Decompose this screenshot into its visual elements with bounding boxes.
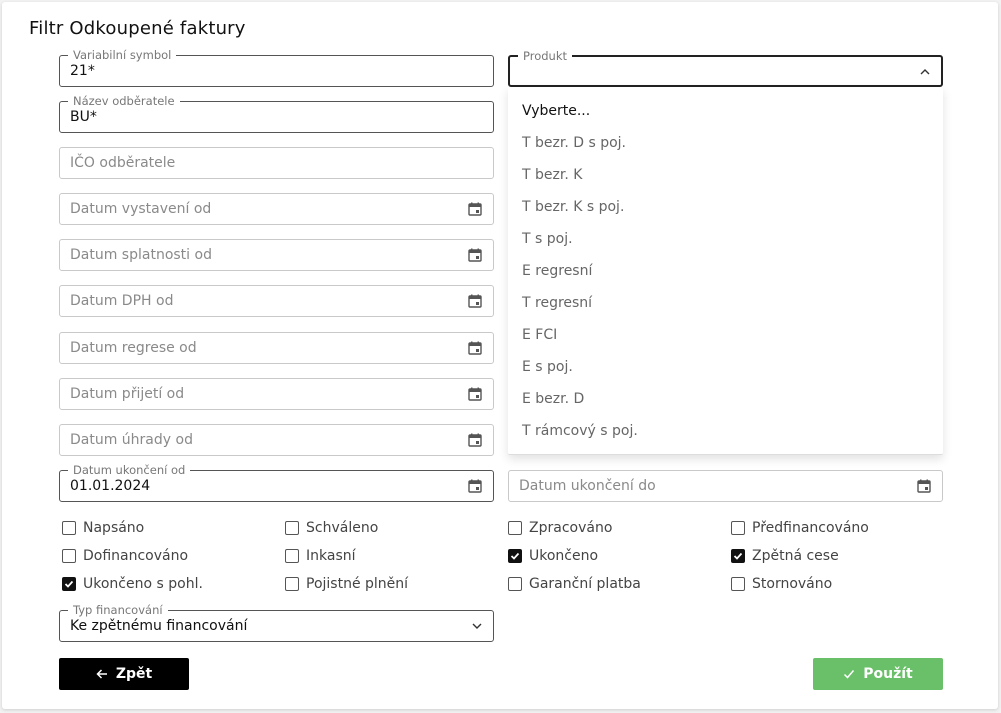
variabilni-symbol-field[interactable]: Variabilní symbol 21* bbox=[59, 48, 494, 87]
typ-financovani-select[interactable]: Typ financování Ke zpětnému financování bbox=[59, 603, 494, 642]
checkbox-label: Ukončeno s pohl. bbox=[83, 576, 203, 592]
calendar-icon[interactable] bbox=[468, 248, 482, 262]
checkbox-box[interactable] bbox=[285, 577, 299, 591]
produkt-option[interactable]: T bezr. D s poj. bbox=[522, 135, 626, 151]
datum-splatnosti-od-field[interactable]: Datum splatnosti od bbox=[59, 239, 494, 271]
check-icon bbox=[844, 670, 855, 679]
checkbox-box[interactable] bbox=[508, 549, 522, 563]
datum-splatnosti-od-placeholder: Datum splatnosti od bbox=[70, 247, 212, 263]
checkbox-box[interactable] bbox=[62, 521, 76, 535]
checkbox-label: Schváleno bbox=[306, 520, 379, 536]
datum-uhrady-od-field[interactable]: Datum úhrady od bbox=[59, 424, 494, 456]
back-button-label: Zpět bbox=[115, 666, 153, 682]
datum-ukonceni-od-value: 01.01.2024 bbox=[70, 478, 151, 494]
datum-vystaveni-od-placeholder: Datum vystavení od bbox=[70, 201, 212, 217]
checkbox-label: Zpětná cese bbox=[752, 548, 839, 564]
datum-dph-od-field[interactable]: Datum DPH od bbox=[59, 285, 494, 317]
datum-dph-od-placeholder: Datum DPH od bbox=[70, 293, 174, 309]
checkbox-label: Inkasní bbox=[306, 548, 356, 564]
produkt-dropdown-list: Vyberte... T bezr. D s poj. T bezr. K T … bbox=[508, 87, 943, 455]
checkbox-label: Ukončeno bbox=[529, 548, 599, 564]
chevron-up-icon bbox=[920, 69, 930, 75]
calendar-icon[interactable] bbox=[468, 479, 482, 493]
checkbox-label: Stornováno bbox=[752, 576, 833, 592]
ico-odberatele-field[interactable]: IČO odběratele bbox=[59, 147, 494, 179]
checkbox-box[interactable] bbox=[508, 577, 522, 591]
datum-ukonceni-do-placeholder: Datum ukončení do bbox=[519, 478, 656, 494]
variabilni-symbol-value: 21* bbox=[70, 63, 95, 79]
checkbox-stornovano[interactable]: Stornováno bbox=[731, 575, 832, 593]
calendar-icon[interactable] bbox=[468, 202, 482, 216]
nazev-odberatele-value: BU* bbox=[70, 109, 97, 125]
checkbox-label: Předfinancováno bbox=[752, 520, 869, 536]
produkt-label: Produkt bbox=[518, 49, 573, 63]
checkbox-pojistne-plneni[interactable]: Pojistné plnění bbox=[285, 575, 408, 593]
checkbox-label: Dofinancováno bbox=[83, 548, 189, 564]
datum-ukonceni-do-field[interactable]: Datum ukončení do bbox=[508, 470, 943, 502]
page-title: Filtr Odkoupené faktury bbox=[29, 18, 246, 39]
apply-button-label: Použít bbox=[863, 666, 913, 682]
checkbox-garancni-platba[interactable]: Garanční platba bbox=[508, 575, 641, 593]
calendar-icon[interactable] bbox=[468, 341, 482, 355]
checkbox-zpracovano[interactable]: Zpracováno bbox=[508, 519, 612, 537]
check-icon bbox=[64, 580, 74, 588]
arrow-left-icon bbox=[96, 669, 107, 679]
checkbox-napsano[interactable]: Napsáno bbox=[62, 519, 144, 537]
produkt-option[interactable]: T s poj. bbox=[522, 231, 573, 247]
checkbox-box[interactable] bbox=[731, 577, 745, 591]
produkt-option[interactable]: E regresní bbox=[522, 263, 592, 279]
calendar-icon[interactable] bbox=[468, 294, 482, 308]
calendar-icon[interactable] bbox=[468, 387, 482, 401]
checkbox-dofinancovano[interactable]: Dofinancováno bbox=[62, 547, 188, 565]
produkt-option[interactable]: T bezr. K bbox=[522, 167, 582, 183]
typ-financovani-value: Ke zpětnému financování bbox=[70, 618, 248, 634]
calendar-icon[interactable] bbox=[468, 433, 482, 447]
calendar-icon[interactable] bbox=[917, 479, 931, 493]
produkt-option[interactable]: T rámcový s poj. bbox=[522, 423, 638, 439]
nazev-odberatele-field[interactable]: Název odběratele BU* bbox=[59, 94, 494, 133]
checkbox-label: Zpracováno bbox=[529, 520, 613, 536]
checkbox-box[interactable] bbox=[62, 577, 76, 591]
checkbox-label: Pojistné plnění bbox=[306, 576, 409, 592]
checkbox-label: Garanční platba bbox=[529, 576, 641, 592]
checkbox-predfinancovano[interactable]: Předfinancováno bbox=[731, 519, 869, 537]
produkt-option[interactable]: Vyberte... bbox=[522, 103, 590, 119]
checkbox-box[interactable] bbox=[285, 549, 299, 563]
produkt-option[interactable]: T bezr. K s poj. bbox=[522, 199, 624, 215]
checkbox-box[interactable] bbox=[731, 549, 745, 563]
datum-vystaveni-od-field[interactable]: Datum vystavení od bbox=[59, 193, 494, 225]
ico-odberatele-placeholder: IČO odběratele bbox=[70, 155, 176, 171]
check-icon bbox=[510, 552, 520, 560]
checkbox-schvaleno[interactable]: Schváleno bbox=[285, 519, 378, 537]
datum-ukonceni-od-field[interactable]: Datum ukončení od 01.01.2024 bbox=[59, 463, 494, 502]
datum-prijeti-od-placeholder: Datum přijetí od bbox=[70, 386, 185, 402]
produkt-option[interactable]: E FCI bbox=[522, 327, 557, 343]
datum-uhrady-od-placeholder: Datum úhrady od bbox=[70, 432, 193, 448]
checkbox-ukonceno-s-pohl[interactable]: Ukončeno s pohl. bbox=[62, 575, 203, 593]
check-icon bbox=[733, 552, 743, 560]
back-button[interactable]: Zpět bbox=[59, 658, 189, 690]
checkbox-label: Napsáno bbox=[83, 520, 145, 536]
chevron-down-icon bbox=[472, 623, 482, 629]
produkt-option[interactable]: E bezr. D bbox=[522, 391, 584, 407]
checkbox-zpetna-cese[interactable]: Zpětná cese bbox=[731, 547, 839, 565]
produkt-option[interactable]: E s poj. bbox=[522, 359, 573, 375]
datum-prijeti-od-field[interactable]: Datum přijetí od bbox=[59, 378, 494, 410]
apply-button[interactable]: Použít bbox=[813, 658, 943, 690]
checkbox-inkasni[interactable]: Inkasní bbox=[285, 547, 356, 565]
produkt-option[interactable]: T regresní bbox=[522, 295, 592, 311]
datum-regrese-od-field[interactable]: Datum regrese od bbox=[59, 332, 494, 364]
datum-regrese-od-placeholder: Datum regrese od bbox=[70, 340, 197, 356]
checkbox-box[interactable] bbox=[731, 521, 745, 535]
checkbox-box[interactable] bbox=[508, 521, 522, 535]
checkbox-ukonceno[interactable]: Ukončeno bbox=[508, 547, 598, 565]
produkt-select[interactable]: Produkt bbox=[508, 49, 943, 87]
checkbox-box[interactable] bbox=[62, 549, 76, 563]
checkbox-box[interactable] bbox=[285, 521, 299, 535]
